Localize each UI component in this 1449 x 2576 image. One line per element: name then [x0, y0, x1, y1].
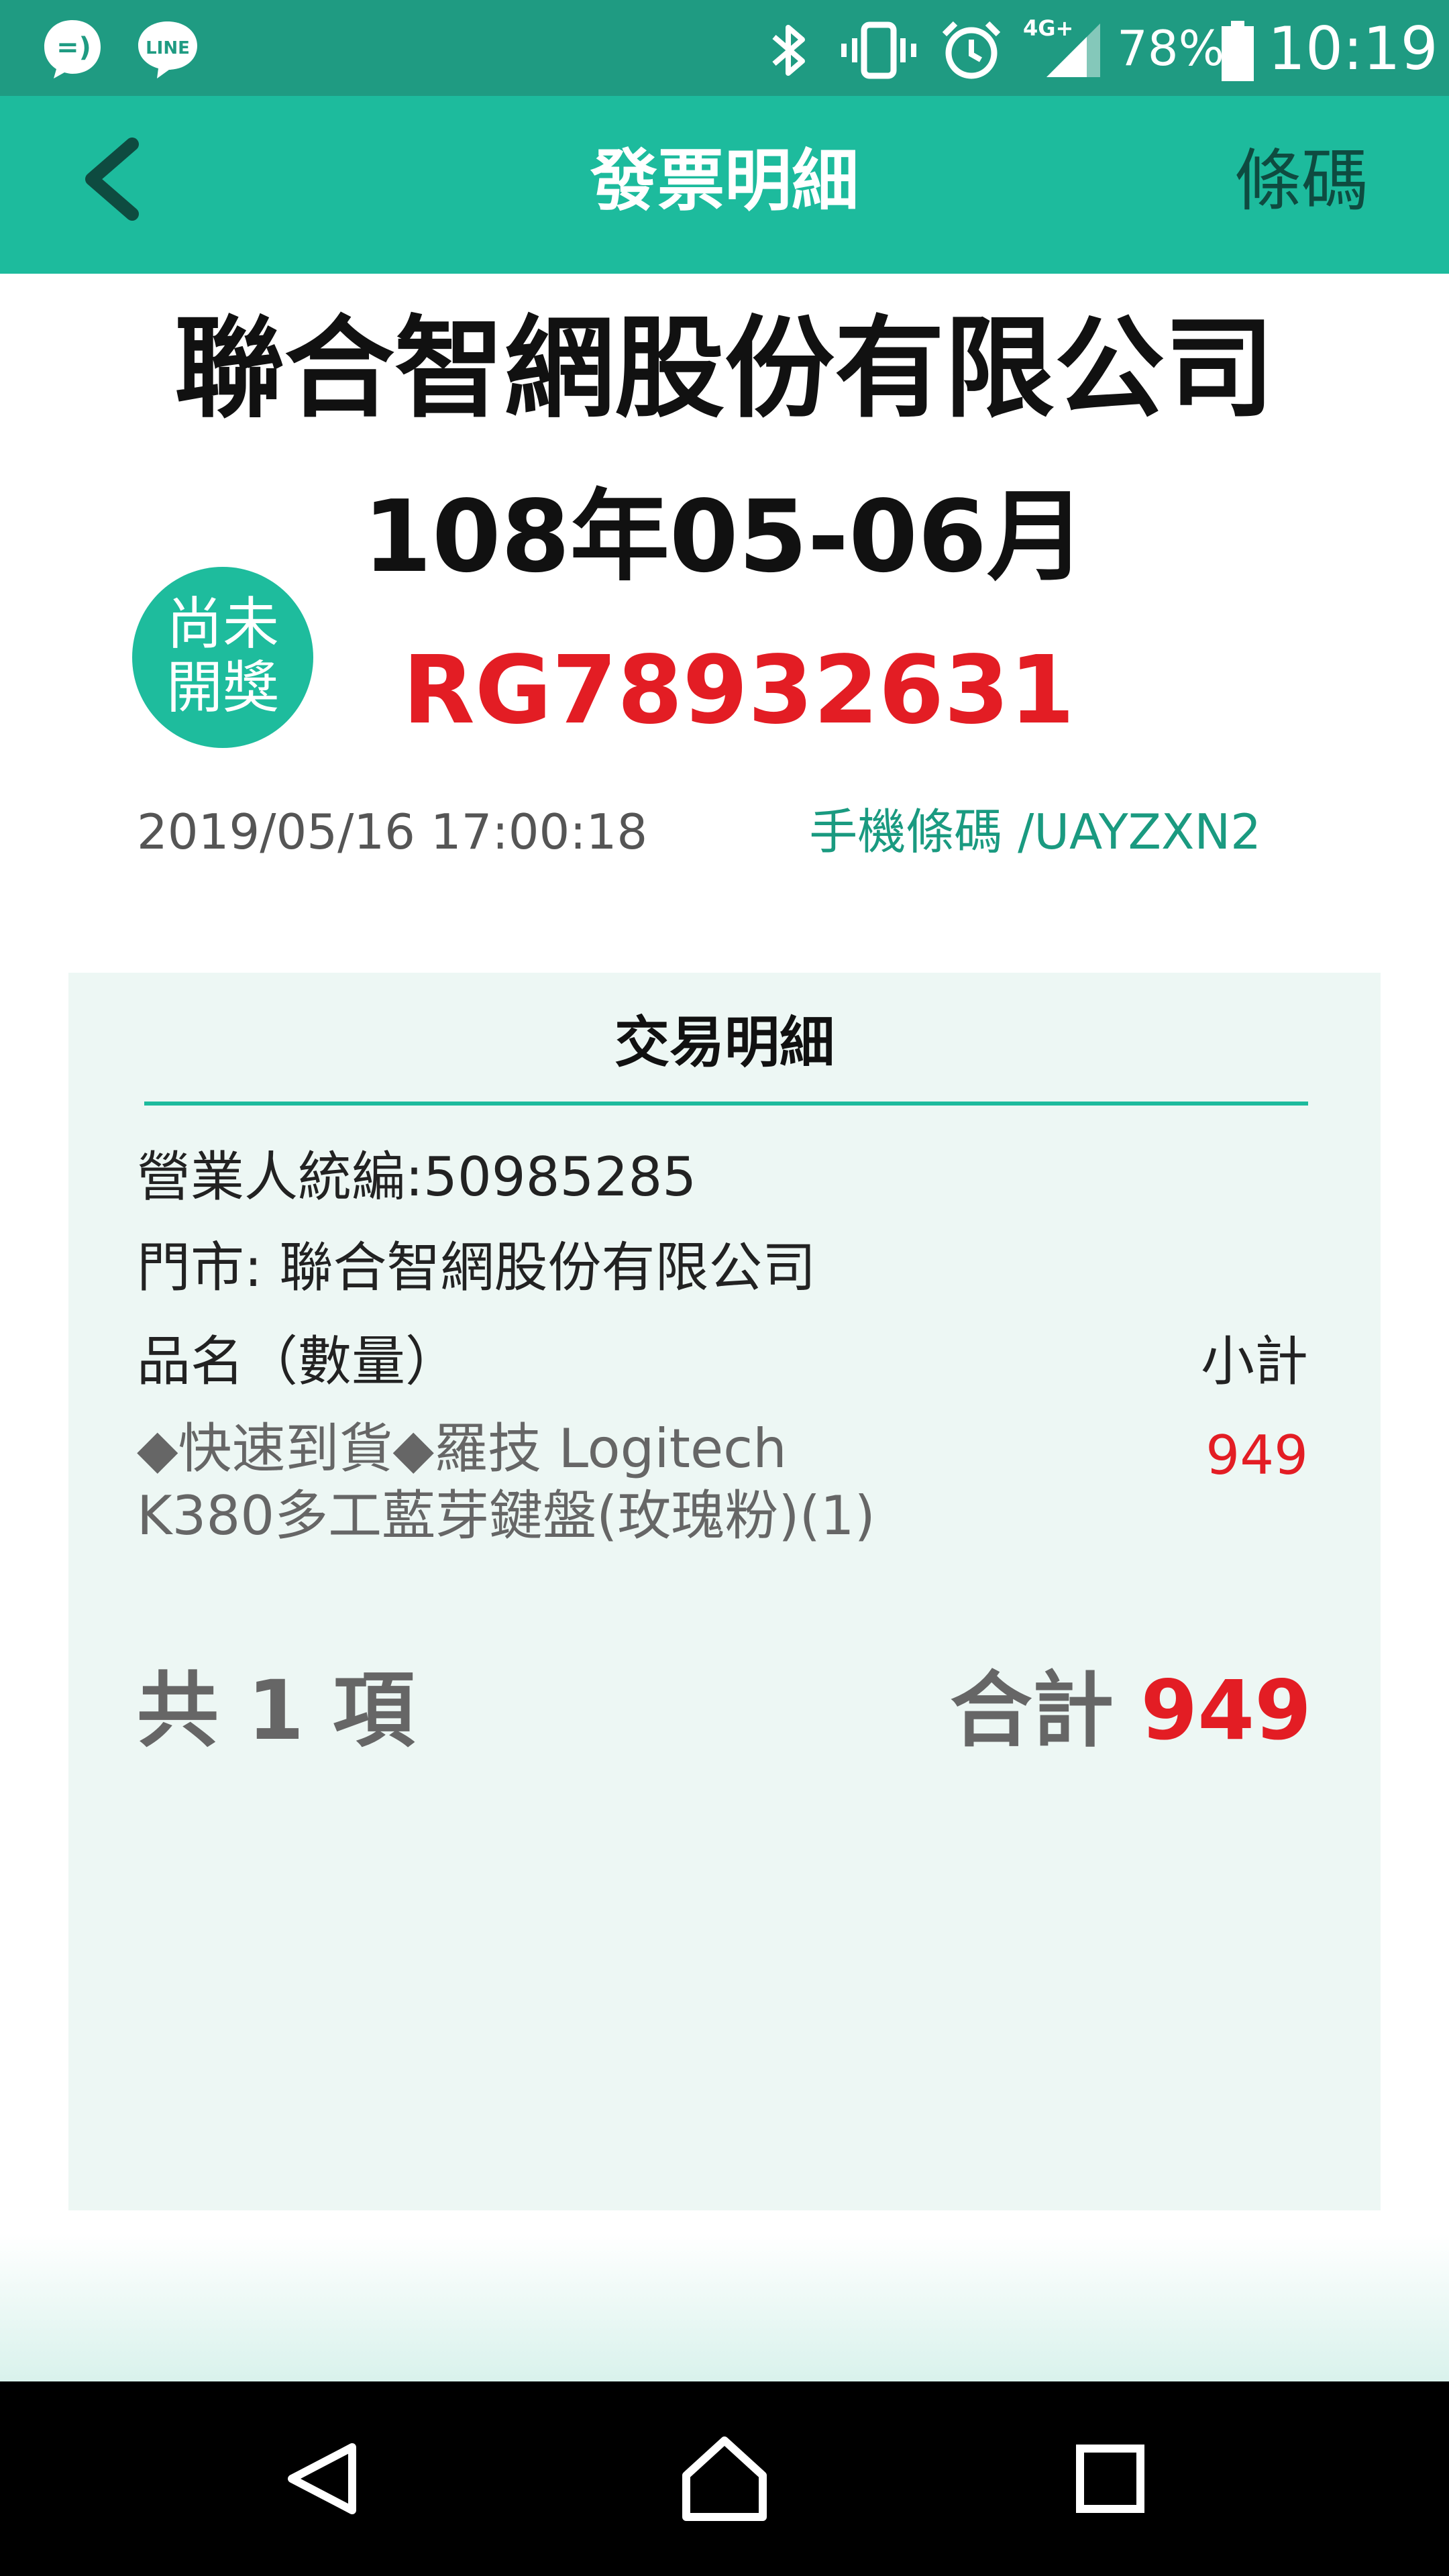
lottery-status-line-1: 尚未: [166, 591, 279, 657]
nav-home-button[interactable]: [674, 2428, 775, 2529]
total-label: 合計: [950, 1663, 1114, 1758]
chat-app-icon: =): [39, 15, 106, 82]
detail-title: 交易明細: [614, 1011, 835, 1075]
invoice-number: RG78932631: [402, 636, 1075, 745]
seller-id: 營業人統編:50985285: [137, 1146, 697, 1208]
svg-text:LINE: LINE: [146, 38, 190, 58]
invoice-period: 108年05-06月: [362, 479, 1087, 594]
back-button[interactable]: [70, 131, 158, 228]
column-header-item: 品名（數量）: [137, 1330, 459, 1393]
battery-icon: [1218, 17, 1258, 84]
bluetooth-icon: [765, 17, 812, 84]
bottom-fade: [0, 2234, 1449, 2381]
battery-percent: 78%: [1117, 20, 1225, 76]
list-item-name: ◆快速到貨◆羅技 Logitech K380多工藍芽鍵盤(玫瑰粉)(1): [137, 1415, 1076, 1563]
invoice-datetime: 2019/05/16 17:00:18: [137, 804, 648, 860]
store-name: 門市: 聯合智網股份有限公司: [137, 1236, 816, 1299]
nav-back-button[interactable]: [272, 2428, 372, 2529]
lottery-status-line-2: 開獎: [166, 655, 279, 720]
clock: 10:19: [1268, 14, 1438, 83]
barcode-button[interactable]: 條碼: [1201, 138, 1402, 225]
nav-recents-button[interactable]: [1060, 2428, 1161, 2529]
item-name-line-1: ◆快速到貨◆羅技 Logitech: [137, 1417, 787, 1480]
lottery-status-badge: 尚未 開獎: [132, 567, 313, 748]
divider: [144, 1102, 1308, 1106]
nav-home-icon: [682, 2436, 767, 2521]
nav-recents-icon: [1076, 2445, 1144, 2513]
list-item-price: 949: [1205, 1424, 1308, 1487]
column-header-subtotal: 小計: [1201, 1330, 1308, 1393]
page-title: 發票明細: [590, 142, 859, 220]
nav-back-icon: [288, 2443, 356, 2514]
item-name-line-2: K380多工藍芽鍵盤(玫瑰粉)(1): [137, 1485, 875, 1547]
total: 合計 949: [805, 1650, 1311, 1771]
svg-text:=): =): [56, 32, 91, 63]
total-amount: 949: [1140, 1663, 1311, 1758]
vibrate-icon: [839, 17, 919, 84]
signal-icon: [1033, 17, 1107, 84]
line-app-icon: LINE: [134, 15, 201, 82]
chevron-left-icon: [85, 138, 139, 221]
item-count: 共 1 項: [137, 1663, 415, 1758]
carrier-barcode: 手機條碼 /UAYZXN2: [809, 804, 1261, 860]
company-name: 聯合智網股份有限公司: [174, 305, 1275, 433]
alarm-icon: [938, 17, 1005, 84]
